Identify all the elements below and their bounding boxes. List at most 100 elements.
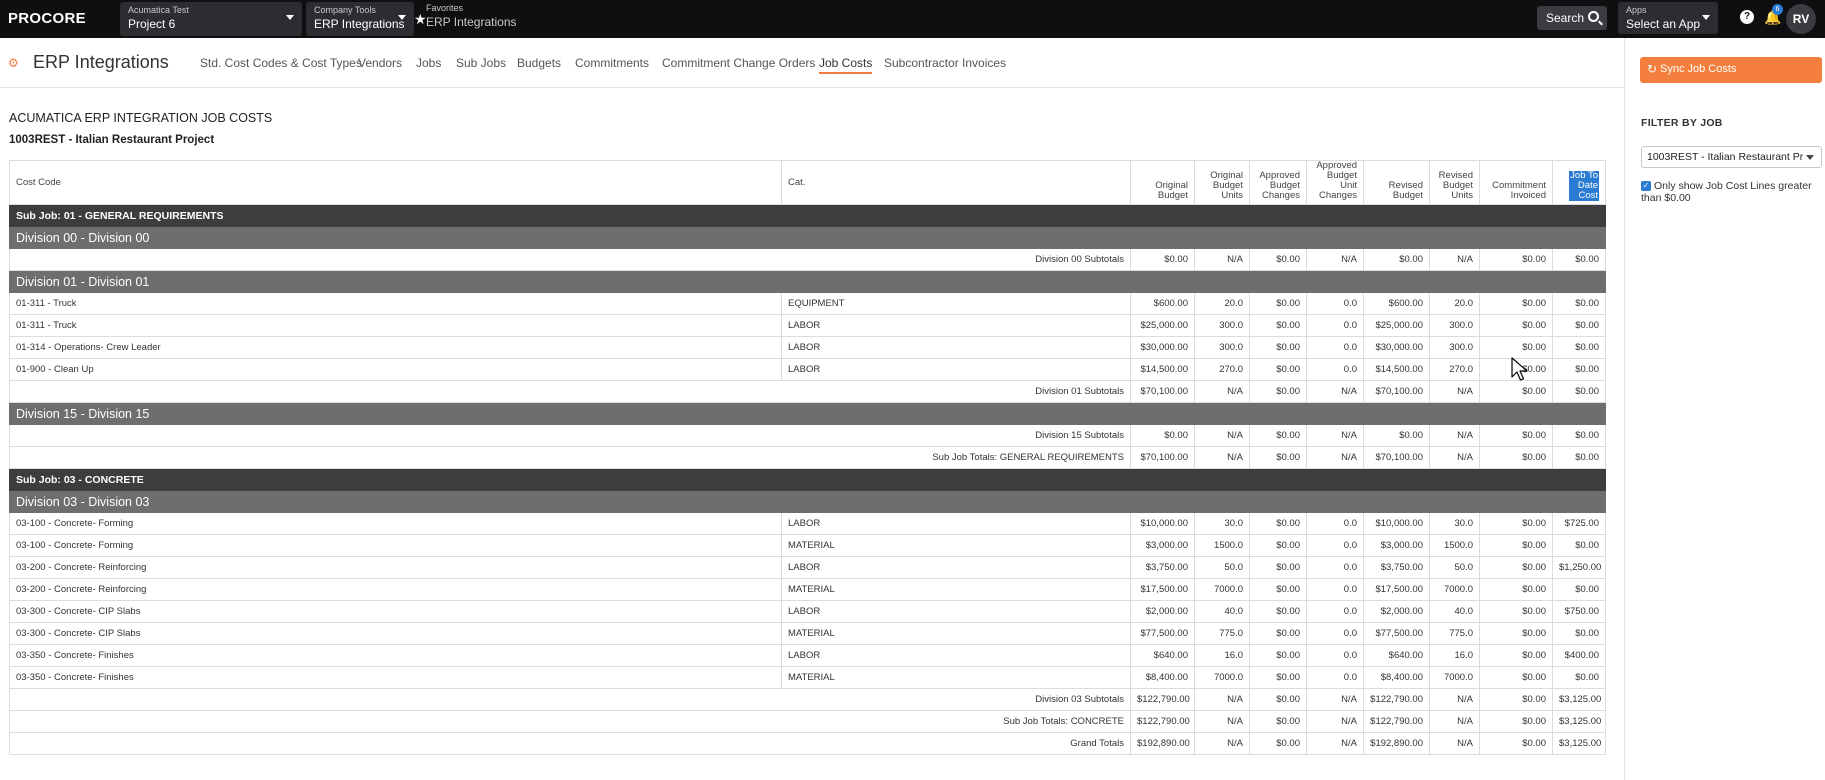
cell-original-units: N/A: [1194, 446, 1250, 469]
col-cost-code[interactable]: Cost Code: [9, 160, 782, 205]
cell-revised-budget: $25,000.00: [1363, 314, 1430, 337]
cell-cost-code: 03-200 - Concrete- Reinforcing: [9, 556, 782, 579]
cell-job-to-date-cost: $400.00: [1552, 644, 1606, 667]
cell-original-units: 50.0: [1194, 556, 1250, 579]
cell-original-budget: $192,890.00: [1130, 732, 1195, 755]
cell-commitment-invoiced: $0.00: [1479, 380, 1553, 403]
help-icon[interactable]: ?: [1740, 10, 1754, 24]
cell-original-units: 775.0: [1194, 622, 1250, 645]
greater-than-zero-checkbox[interactable]: ✓: [1641, 181, 1651, 191]
star-icon[interactable]: ★: [414, 11, 427, 28]
report-title: ACUMATICA ERP INTEGRATION JOB COSTS: [9, 111, 273, 125]
cell-original-budget: $122,790.00: [1130, 688, 1195, 711]
col-revised-budget[interactable]: Revised Budget: [1363, 160, 1430, 205]
col-original-budget[interactable]: Original Budget: [1130, 160, 1195, 205]
favorites-menu[interactable]: ★ Favorites ERP Integrations: [414, 3, 517, 30]
table-row: 01-314 - Operations- Crew Leader LABOR $3…: [9, 336, 1606, 359]
divider: [1624, 38, 1625, 780]
cell-revised-budget: $2,000.00: [1363, 600, 1430, 623]
cell-original-units: 1500.0: [1194, 534, 1250, 557]
cell-approved-changes: $0.00: [1249, 358, 1307, 381]
cell-approved-unit-changes: 0.0: [1306, 644, 1364, 667]
cell-approved-changes: $0.00: [1249, 732, 1307, 755]
table-row: 03-100 - Concrete- Forming LABOR $10,000.…: [9, 512, 1606, 535]
tab-vendors[interactable]: Vendors: [358, 56, 402, 70]
cell-approved-unit-changes: 0.0: [1306, 622, 1364, 645]
tab-std-cost-codes[interactable]: Std. Cost Codes & Cost Types: [200, 56, 362, 70]
cell-revised-budget: $192,890.00: [1363, 732, 1430, 755]
subtotal-row: Division 15 Subtotals $0.00 N/A $0.00 N/A $0…: [9, 424, 1606, 447]
subjob-label: Sub Job: 03 - CONCRETE: [9, 468, 1606, 491]
job-filter-select[interactable]: 1003REST - Italian Restaurant Pr: [1641, 146, 1822, 168]
division-header-row: Division 01 - Division 01: [9, 270, 1606, 293]
cell-job-to-date-cost: $0.00: [1552, 578, 1606, 601]
cell-job-to-date-cost: $3,125.00: [1552, 688, 1606, 711]
tab-budgets[interactable]: Budgets: [517, 56, 561, 70]
table-row: 03-200 - Concrete- Reinforcing LABOR $3,7…: [9, 556, 1606, 579]
cell-revised-budget: $600.00: [1363, 292, 1430, 315]
tab-job-costs[interactable]: Job Costs: [819, 56, 873, 74]
sync-icon: ↻: [1647, 62, 1658, 76]
cell-cat: EQUIPMENT: [781, 292, 1131, 315]
cell-approved-changes: $0.00: [1249, 292, 1307, 315]
col-commitment-invoiced[interactable]: Commitment Invoiced: [1479, 160, 1553, 205]
cell-approved-changes: $0.00: [1249, 688, 1307, 711]
search-icon: [1588, 11, 1599, 22]
cell-cost-code: 03-350 - Concrete- Finishes: [9, 666, 782, 689]
subjob-label: Sub Job: 01 - GENERAL REQUIREMENTS: [9, 204, 1606, 227]
cell-job-to-date-cost: $0.00: [1552, 336, 1606, 359]
cell-approved-unit-changes: 0.0: [1306, 358, 1364, 381]
cell-job-to-date-cost: $750.00: [1552, 600, 1606, 623]
cell-cost-code: 03-300 - Concrete- CIP Slabs: [9, 622, 782, 645]
apps-current: Select an App: [1626, 17, 1701, 31]
subtotal-label: Division 15 Subtotals: [9, 424, 1131, 447]
cell-job-to-date-cost: $3,125.00: [1552, 732, 1606, 755]
tab-jobs[interactable]: Jobs: [416, 56, 441, 70]
cell-job-to-date-cost: $0.00: [1552, 424, 1606, 447]
job-filter-value: 1003REST - Italian Restaurant Pr: [1647, 151, 1804, 163]
avatar[interactable]: RV: [1786, 4, 1816, 34]
cell-revised-units: 270.0: [1429, 358, 1480, 381]
cell-original-units: 7000.0: [1194, 666, 1250, 689]
col-approved-budget-changes[interactable]: Approved Budget Changes: [1249, 160, 1307, 205]
cell-approved-changes: $0.00: [1249, 512, 1307, 535]
cell-cat: LABOR: [781, 314, 1131, 337]
cell-original-units: 30.0: [1194, 512, 1250, 535]
tab-subcontractor-invoices[interactable]: Subcontractor Invoices: [884, 56, 1006, 70]
favorites-current: ERP Integrations: [426, 15, 517, 29]
chevron-down-icon: [398, 15, 406, 20]
cell-commitment-invoiced: $0.00: [1479, 578, 1553, 601]
col-revised-budget-units[interactable]: Revised Budget Units: [1429, 160, 1480, 205]
subtotal-label: Division 03 Subtotals: [9, 688, 1131, 711]
cell-commitment-invoiced: $0.00: [1479, 512, 1553, 535]
tab-sub-jobs[interactable]: Sub Jobs: [456, 56, 506, 70]
cell-original-units: 300.0: [1194, 314, 1250, 337]
company-project-selector[interactable]: Acumatica Test Project 6: [120, 2, 302, 36]
cell-revised-units: 20.0: [1429, 292, 1480, 315]
cell-commitment-invoiced: $0.00: [1479, 248, 1553, 271]
grand-total-label: Grand Totals: [9, 732, 1131, 755]
company-tools-selector[interactable]: Company Tools ERP Integrations: [306, 2, 414, 36]
cell-job-to-date-cost: $3,125.00: [1552, 710, 1606, 733]
col-approved-budget-unit-changes[interactable]: Approved Budget Unit Changes: [1306, 160, 1364, 205]
company-name: Acumatica Test: [128, 5, 189, 15]
sync-job-costs-button[interactable]: ↻ Sync Job Costs: [1640, 57, 1822, 83]
favorites-label: Favorites: [426, 3, 464, 13]
cell-original-budget: $640.00: [1130, 644, 1195, 667]
tab-commitments[interactable]: Commitments: [575, 56, 649, 70]
procore-logo[interactable]: PROCORE: [8, 10, 86, 27]
cell-revised-budget: $122,790.00: [1363, 688, 1430, 711]
search-button[interactable]: Search: [1537, 6, 1607, 30]
cell-revised-budget: $10,000.00: [1363, 512, 1430, 535]
col-original-budget-units[interactable]: Original Budget Units: [1194, 160, 1250, 205]
cell-approved-unit-changes: N/A: [1306, 380, 1364, 403]
cell-commitment-invoiced: $0.00: [1479, 292, 1553, 315]
cell-revised-units: N/A: [1429, 732, 1480, 755]
apps-selector[interactable]: Apps Select an App: [1618, 2, 1718, 34]
tab-commitment-change-orders[interactable]: Commitment Change Orders: [662, 56, 815, 70]
col-job-to-date-cost[interactable]: Job To Date Cost: [1552, 160, 1606, 205]
cell-approved-unit-changes: 0.0: [1306, 600, 1364, 623]
col-cat[interactable]: Cat.: [781, 160, 1131, 205]
selected-header-text: Job To Date Cost: [1569, 170, 1599, 201]
cell-cost-code: 01-311 - Truck: [9, 292, 782, 315]
